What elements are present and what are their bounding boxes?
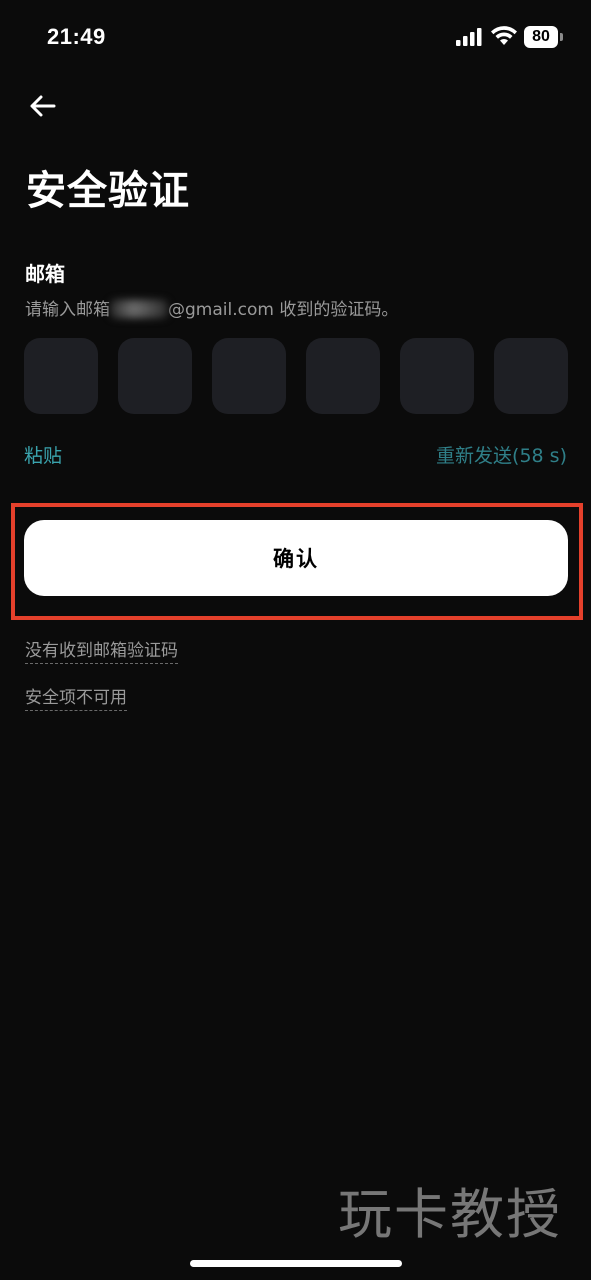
page-title: 安全验证: [26, 168, 190, 214]
status-bar: 21:49 80: [0, 0, 591, 76]
wifi-icon: [491, 26, 517, 45]
back-button[interactable]: [22, 86, 62, 126]
paste-button[interactable]: 粘贴: [24, 441, 62, 468]
code-input-row: [24, 338, 568, 414]
security-unavailable-link[interactable]: 安全项不可用: [25, 683, 127, 711]
email-section-label: 邮箱: [25, 262, 65, 286]
email-instruction: 请输入邮箱 @gmail.com 收到的验证码。: [25, 295, 398, 320]
signal-icon: [456, 28, 482, 46]
battery-level: 80: [524, 26, 558, 48]
code-digit-2[interactable]: [118, 338, 192, 414]
watermark: 玩卡教授: [338, 1183, 562, 1246]
confirm-button[interactable]: 确认: [24, 520, 568, 596]
code-digit-1[interactable]: [24, 338, 98, 414]
code-digit-4[interactable]: [306, 338, 380, 414]
battery-icon: 80: [524, 26, 564, 48]
code-digit-3[interactable]: [212, 338, 286, 414]
arrow-left-icon: [30, 95, 56, 117]
code-digit-6[interactable]: [494, 338, 568, 414]
no-email-code-link[interactable]: 没有收到邮箱验证码: [25, 636, 178, 664]
home-indicator[interactable]: [190, 1260, 402, 1267]
battery-cap: [560, 33, 563, 41]
instruction-prefix: 请输入邮箱: [25, 300, 110, 320]
masked-email: [110, 300, 168, 318]
status-time: 21:49: [47, 24, 106, 49]
resend-button[interactable]: 重新发送(58 s): [436, 441, 567, 468]
instruction-suffix: @gmail.com 收到的验证码。: [168, 300, 399, 320]
code-digit-5[interactable]: [400, 338, 474, 414]
